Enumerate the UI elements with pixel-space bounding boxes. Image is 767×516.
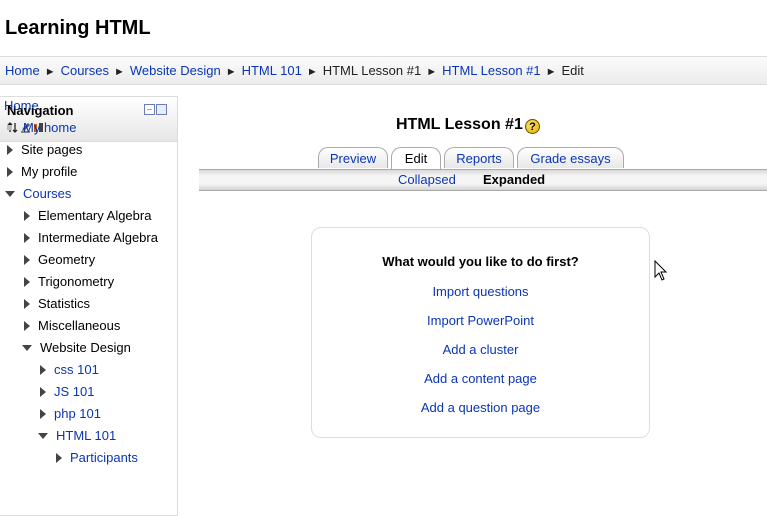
collapse-arrow-icon[interactable] [38, 433, 48, 439]
nav-item-html-101[interactable]: HTML 101 [38, 426, 116, 446]
expand-arrow-icon[interactable] [40, 409, 46, 419]
first-action-box: What would you like to do first? Import … [311, 227, 650, 438]
nav-item-trigonometry[interactable]: Trigonometry [24, 272, 114, 292]
breadcrumb-courses[interactable]: Courses [61, 63, 109, 78]
breadcrumb-edit: Edit [561, 63, 584, 78]
nav-item-label[interactable]: Courses [23, 186, 71, 201]
arrow-cursor-icon [654, 260, 668, 281]
collapse-arrow-icon[interactable] [5, 191, 15, 197]
import-powerpoint-link[interactable]: Import PowerPoint [427, 313, 534, 328]
tab-preview[interactable]: Preview [318, 147, 388, 168]
nav-item-label[interactable]: Statistics [38, 296, 90, 311]
subtab-expanded: Expanded [483, 172, 546, 187]
breadcrumb-separator-icon: ► [306, 66, 318, 78]
breadcrumb-separator-icon: ► [225, 66, 237, 78]
expand-arrow-icon[interactable] [24, 277, 30, 287]
site-title: Learning HTML [5, 17, 151, 39]
nav-item-label[interactable]: JS 101 [54, 384, 94, 399]
collapse-arrow-icon[interactable] [22, 345, 32, 351]
tab-grade-essays[interactable]: Grade essays [517, 147, 624, 168]
add-question-page-link[interactable]: Add a question page [421, 400, 540, 415]
first-action-heading: What would you like to do first? [382, 254, 579, 269]
expand-arrow-icon[interactable] [24, 233, 30, 243]
add-content-page-link[interactable]: Add a content page [424, 371, 537, 386]
nav-item-website-design[interactable]: Website Design [22, 338, 131, 358]
breadcrumb-website-design[interactable]: Website Design [130, 63, 221, 78]
breadcrumb-html-lesson-section: HTML Lesson #1 [322, 63, 422, 78]
page-title: HTML Lesson #1 [396, 116, 523, 133]
expand-arrow-icon[interactable] [24, 211, 30, 221]
breadcrumb-html-101[interactable]: HTML 101 [242, 63, 302, 78]
nav-item-label[interactable]: Participants [70, 450, 138, 465]
breadcrumb: Home ► Courses ► Website Design ► HTML 101 ► HTM… [0, 56, 767, 85]
nav-item-participants[interactable]: Participants [56, 448, 138, 468]
nav-item-label[interactable]: Intermediate Algebra [38, 230, 158, 245]
nav-item-css-101[interactable]: css 101 [40, 360, 99, 380]
import-questions-link[interactable]: Import questions [432, 284, 528, 299]
expand-arrow-icon[interactable] [56, 453, 62, 463]
nav-item-my-home[interactable]: My home [4, 118, 76, 138]
nav-item-label[interactable]: Trigonometry [38, 274, 114, 289]
block-hide-icon[interactable]: – [144, 104, 155, 115]
tab-edit[interactable]: Edit [391, 147, 441, 169]
nav-item-label[interactable]: Miscellaneous [38, 318, 120, 333]
nav-item-label[interactable]: Site pages [21, 142, 82, 157]
add-cluster-link[interactable]: Add a cluster [443, 342, 519, 357]
nav-item-php-101[interactable]: php 101 [40, 404, 101, 424]
expand-arrow-icon[interactable] [7, 145, 13, 155]
breadcrumb-html-lesson[interactable]: HTML Lesson #1 [442, 63, 541, 78]
tab-reports[interactable]: Reports [444, 147, 514, 168]
nav-item-courses[interactable]: Courses [5, 184, 71, 204]
nav-item-js-101[interactable]: JS 101 [40, 382, 94, 402]
breadcrumb-separator-icon: ► [545, 66, 557, 78]
block-dock-icon[interactable] [156, 104, 167, 115]
nav-item-label[interactable]: Geometry [38, 252, 95, 267]
nav-item-statistics[interactable]: Statistics [24, 294, 90, 314]
expand-arrow-icon[interactable] [7, 167, 13, 177]
nav-item-my-profile[interactable]: My profile [7, 162, 77, 182]
nav-item-label[interactable]: My home [23, 120, 76, 135]
help-icon[interactable]: ? [525, 119, 540, 134]
nav-item-label[interactable]: My profile [21, 164, 77, 179]
nav-item-label[interactable]: Website Design [40, 340, 131, 355]
nav-item-geometry[interactable]: Geometry [24, 250, 95, 270]
expand-arrow-icon[interactable] [24, 255, 30, 265]
breadcrumb-separator-icon: ► [44, 66, 56, 78]
subtab-collapsed[interactable]: Collapsed [398, 172, 456, 187]
nav-item-site-pages[interactable]: Site pages [7, 140, 82, 160]
breadcrumb-home[interactable]: Home [5, 63, 40, 78]
nav-item-label[interactable]: php 101 [54, 406, 101, 421]
expand-arrow-icon[interactable] [40, 387, 46, 397]
nav-item-miscellaneous[interactable]: Miscellaneous [24, 316, 120, 336]
nav-item-label[interactable]: Elementary Algebra [38, 208, 151, 223]
bullet-icon [7, 125, 12, 130]
expand-arrow-icon[interactable] [24, 299, 30, 309]
nav-item-label[interactable]: Home [4, 98, 39, 113]
nav-item-intermediate-algebra[interactable]: Intermediate Algebra [24, 228, 158, 248]
nav-item-label[interactable]: HTML 101 [56, 428, 116, 443]
nav-item-home[interactable]: Home [4, 96, 39, 116]
expand-arrow-icon[interactable] [24, 321, 30, 331]
nav-item-label[interactable]: css 101 [54, 362, 99, 377]
block-controls: – [144, 104, 167, 115]
breadcrumb-separator-icon: ► [426, 66, 438, 78]
breadcrumb-separator-icon: ► [114, 66, 125, 78]
nav-item-elementary-algebra[interactable]: Elementary Algebra [24, 206, 151, 226]
expand-arrow-icon[interactable] [40, 365, 46, 375]
